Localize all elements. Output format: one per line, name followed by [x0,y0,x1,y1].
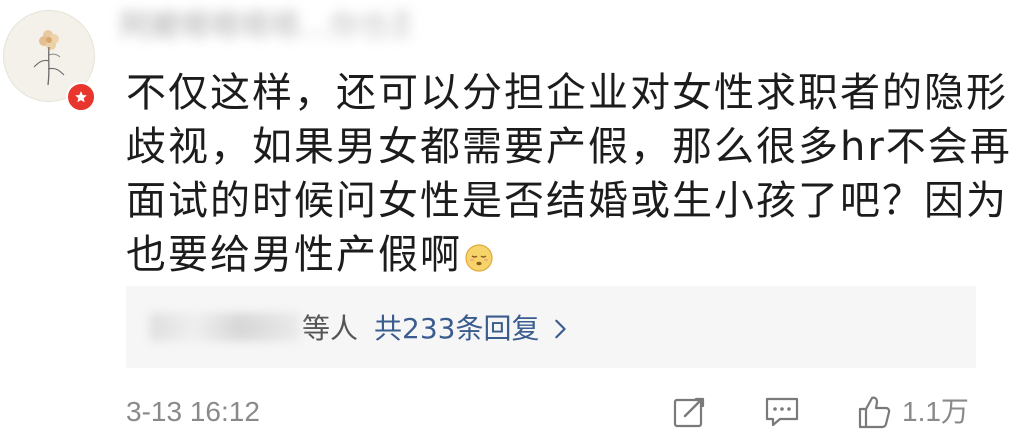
star-badge-icon [66,82,96,112]
comment-button[interactable] [764,392,800,432]
reply-count-label: 共233条回复 [374,312,540,345]
comment-line: 面试的时候问女性是否结婚或生小孩了吧？因为 [126,178,1008,224]
chevron-right-icon [555,319,567,339]
comment-line-text: 也要给男性产假啊 [126,232,462,278]
reply-users-suffix: 等人 [302,312,359,345]
comment-icon [765,397,799,427]
reply-users[interactable]: 等人 [150,307,358,347]
comment-footer: 3-13 16:12 1.1万 [126,392,996,432]
username[interactable]: 阿嬷嗯嗯嗯嗯…你也吾说 [120,6,410,48]
thumbs-up-icon [858,396,891,429]
comment-line: 不仅这样，还可以分担企业对女性求职者的隐形 [126,70,1008,116]
timestamp: 3-13 16:12 [126,396,260,427]
edit-icon [673,397,705,428]
replies-box[interactable]: 等人 共233条回复 [126,286,976,368]
comment-card: 阿嬷嗯嗯嗯嗯…你也吾说 不仅这样，还可以分担企业对女性求职者的隐形 歧视，如果男… [0,0,1010,444]
flower-illustration [33,30,65,86]
comment-text: 不仅这样，还可以分担企业对女性求职者的隐形 歧视，如果男女都需要产假，那么很多h… [126,66,1010,282]
like-count: 1.1万 [902,396,969,427]
comment-line-last: 也要给男性产假啊 [126,228,966,282]
edit-button[interactable] [672,392,706,432]
like-button[interactable]: 1.1万 [856,392,969,432]
reply-count-link[interactable]: 共233条回复 [374,307,571,347]
sleepy-face-emoji [465,244,493,272]
blurred-usernames [150,313,300,341]
comment-line: 歧视，如果男女都需要产假，那么很多hr不会再在 [126,124,1010,170]
